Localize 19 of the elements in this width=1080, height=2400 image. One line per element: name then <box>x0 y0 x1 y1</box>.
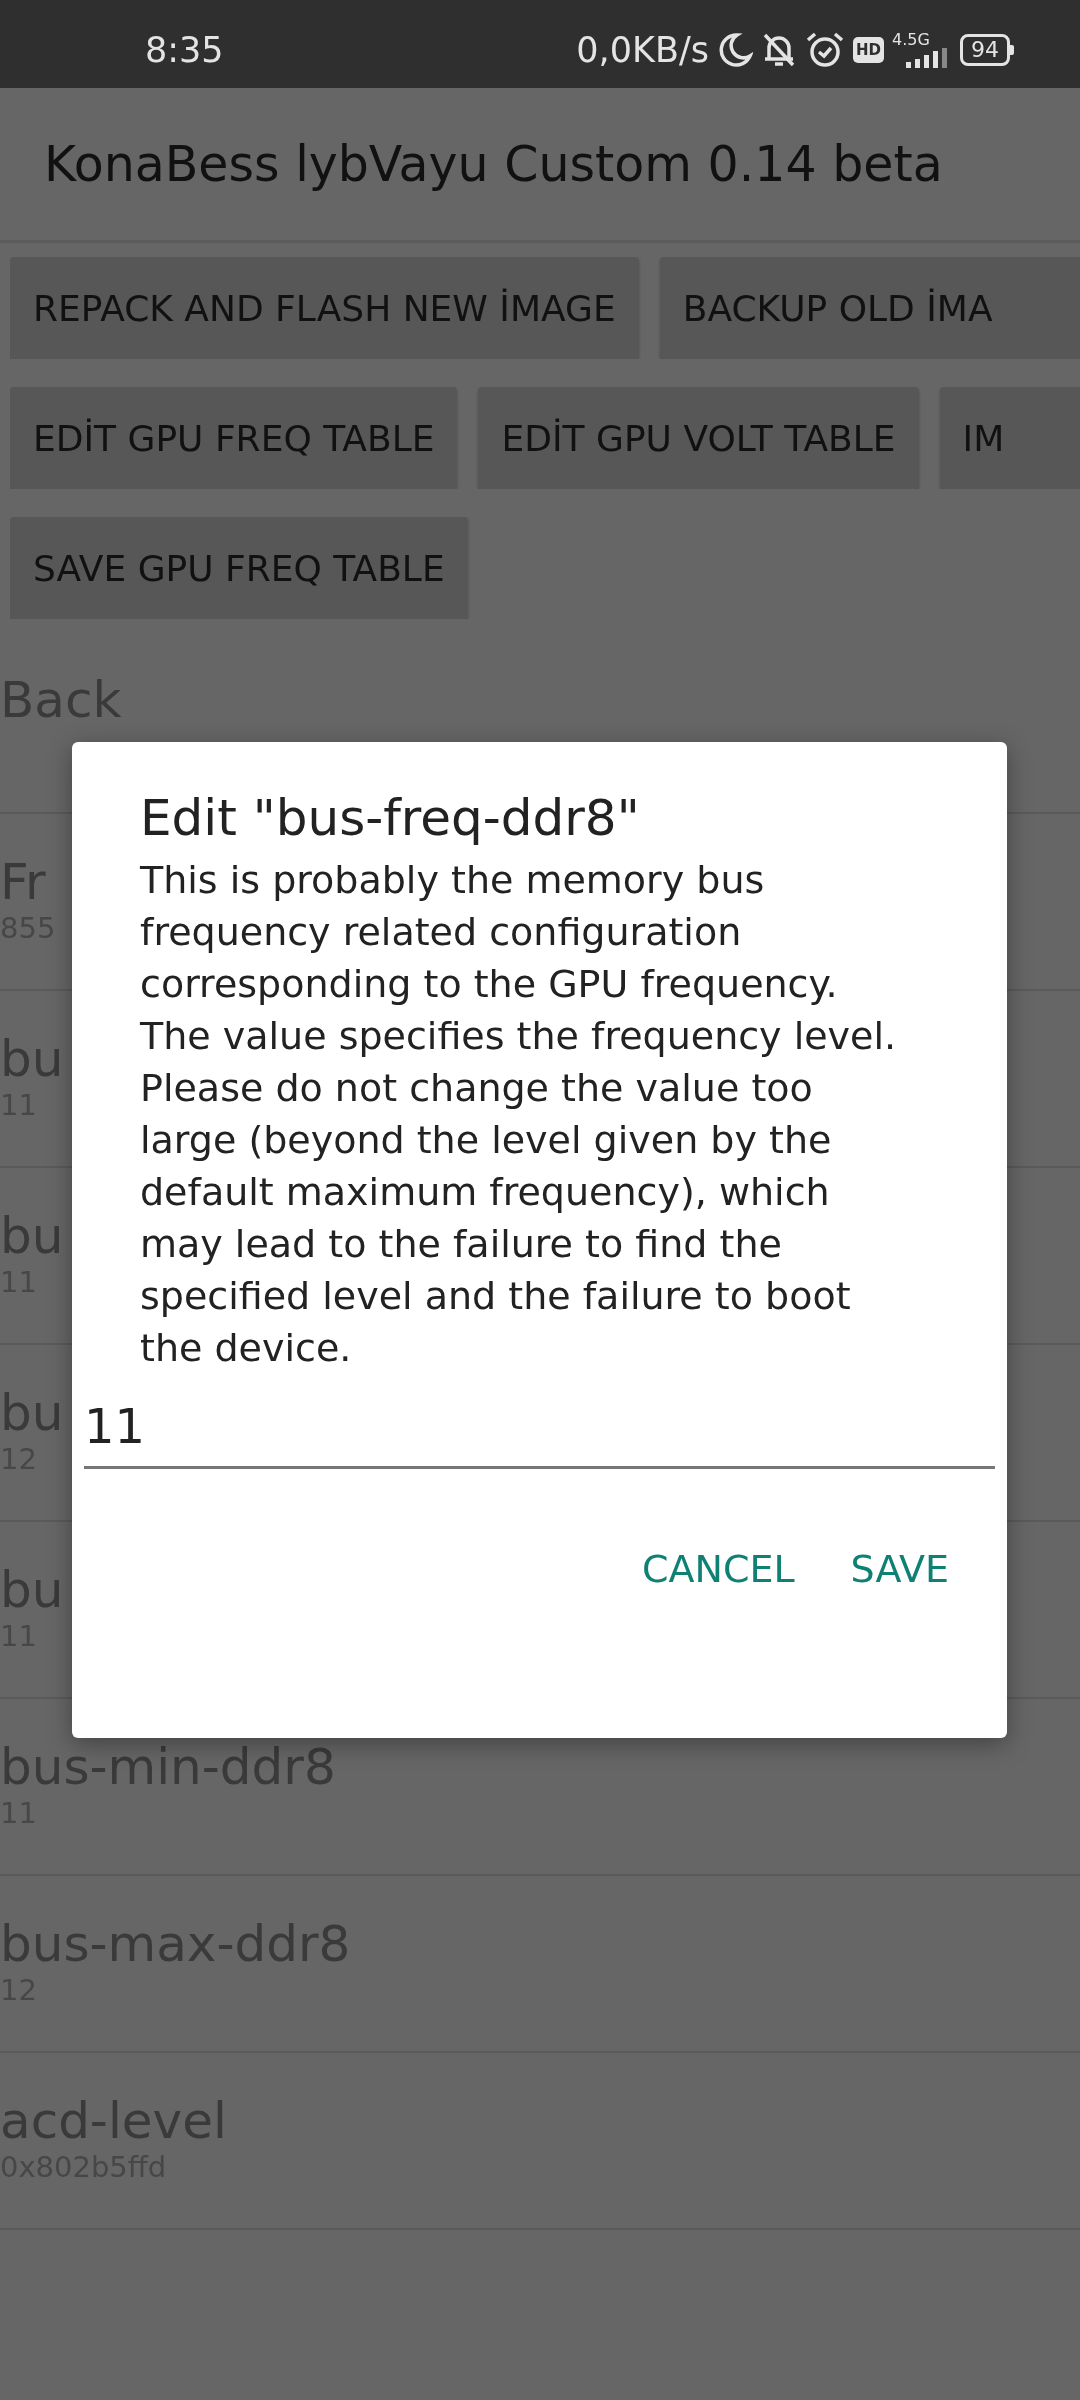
value-input-field[interactable]: 11 <box>84 1394 995 1469</box>
app-title: KonaBess lybVayu Custom 0.14 beta <box>44 135 943 193</box>
action-button[interactable]: REPACK AND FLASH NEW İMAGE <box>10 257 639 359</box>
action-button[interactable]: EDİT GPU VOLT TABLE <box>478 387 919 489</box>
action-button[interactable]: IM <box>939 387 1080 489</box>
hd-badge: HD <box>853 37 884 63</box>
action-button[interactable]: SAVE GPU FREQ TABLE <box>10 517 468 619</box>
dialog-button[interactable]: SAVE <box>834 1533 965 1605</box>
clock-time: 8:35 <box>145 30 224 70</box>
alarm-clock-icon <box>805 31 845 69</box>
network-type: 4.5G <box>892 32 930 48</box>
dialog-button[interactable]: CANCEL <box>625 1533 811 1605</box>
battery-indicator: 94 <box>960 34 1014 66</box>
bell-off-icon <box>761 31 797 69</box>
action-button[interactable]: BACKUP OLD İMA <box>659 257 1080 359</box>
action-button[interactable]: EDİT GPU FREQ TABLE <box>10 387 458 489</box>
dialog-message: This is probably the memory bus frequency related configuration corresponding to the GPU frequency. The value specifies the frequency level. Please do not change the value too large (beyond the level given by the default maximum frequency), which may lead to the failure to find the specified level and the failure to boot the device. <box>140 857 898 1372</box>
network-speed: 0,0KB/s <box>576 30 709 70</box>
moon-icon <box>717 32 753 68</box>
